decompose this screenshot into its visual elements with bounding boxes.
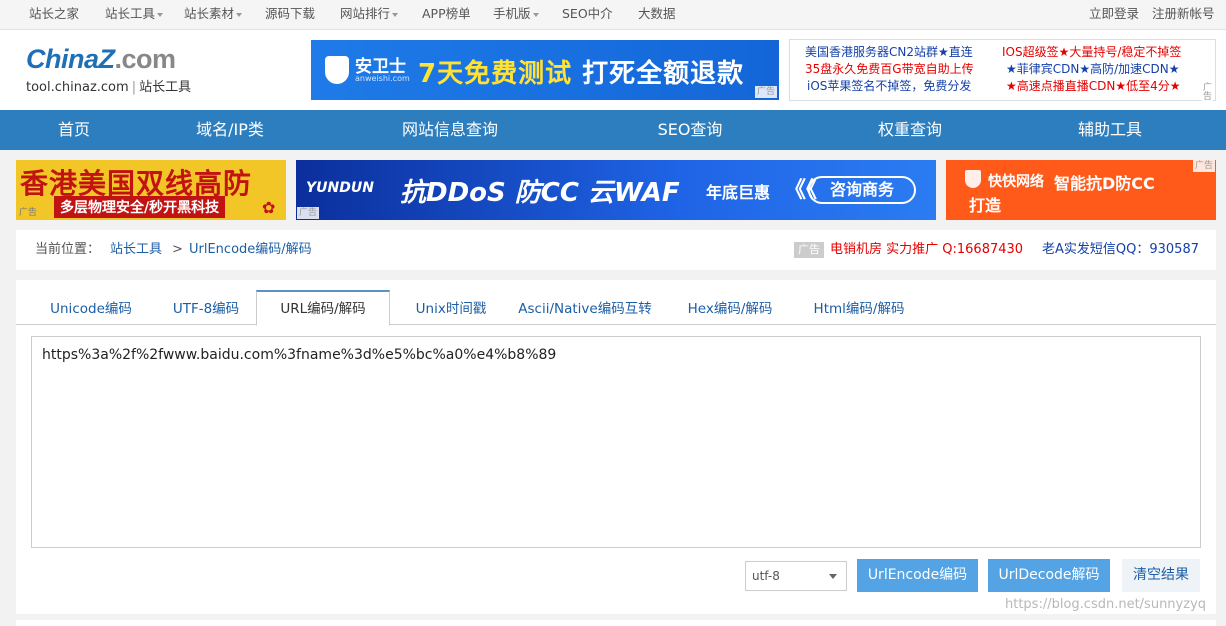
ad-tag: 广告 (19, 208, 38, 218)
text-ad-link[interactable]: ★高速点播直播CDN★低至4分★ (1006, 78, 1181, 94)
text-ad-link[interactable]: 美国香港服务器CN2站群★直连 (805, 44, 973, 60)
chevron-down-icon (392, 12, 399, 17)
banner-headline: 智能抗D防CC (1054, 174, 1155, 193)
ad-tag: 广告 (754, 86, 777, 98)
banner-subline: 打造 (969, 196, 1002, 215)
logo-subtitle: tool.chinaz.com | 站长工具 (26, 76, 206, 95)
flower-icon: ✿ (262, 198, 276, 217)
ad-tag: 广告 (794, 242, 824, 258)
tab-utf8[interactable]: UTF-8编码 (161, 290, 251, 325)
topnav-source[interactable]: 源码下载 (265, 0, 315, 30)
banner-hk-us-ddos[interactable]: 香港美国双线高防 多层物理安全/秒开黑科技 ✿ 广告 (16, 160, 286, 220)
breadcrumb-separator: > (172, 242, 183, 257)
encoding-tabs: Unicode编码 UTF-8编码 URL编码/解码 Unix时间戳 Ascii… (16, 290, 1216, 326)
breadcrumb-root-link[interactable]: 站长工具 (110, 230, 162, 270)
chevron-down-icon (829, 574, 837, 579)
ad-slogan-yellow: 7天免费测试 (418, 59, 573, 89)
topnav-seo[interactable]: SEO中介 (562, 0, 613, 30)
topnav-app[interactable]: APP榜单 (422, 0, 471, 30)
site-logo[interactable]: ChinaZ.com tool.chinaz.com | 站长工具 (26, 44, 206, 98)
main-nav-domain-ip[interactable]: 域名/IP类 (170, 110, 290, 150)
shield-icon (965, 170, 981, 188)
shield-icon (325, 56, 349, 84)
breadcrumb-current-link[interactable]: UrlEncode编码/解码 (189, 230, 312, 270)
header-ad-banner[interactable]: 安卫士 anweishi.com 7天免费测试 打死全额退款 广告 (311, 40, 779, 100)
ad-slogan: 7天免费测试 打死全额退款 (418, 53, 744, 90)
ad-brand-domain: anweishi.com (355, 74, 410, 83)
banner-kuaikuai[interactable]: 快快网络 智能抗D防CC 打造 广告 (946, 160, 1216, 220)
logo-separator: | (131, 80, 137, 95)
banner-deal: 年底巨惠 (706, 183, 771, 202)
banner-subline: 多层物理安全/秒开黑科技 (54, 196, 226, 218)
clear-result-button[interactable]: 清空结果 (1122, 559, 1200, 592)
main-nav-site-info[interactable]: 网站信息查询 (385, 110, 515, 150)
header: ChinaZ.com tool.chinaz.com | 站长工具 安卫士 anwe… (0, 30, 1226, 110)
topnav-label: 网站排行 (340, 6, 391, 21)
text-ad-box: 美国香港服务器CN2站群★直连 IOS超级签★大量持号/稳定不掉签 35盘永久免… (789, 39, 1216, 102)
main-nav-weight[interactable]: 权重查询 (860, 110, 960, 150)
topnav-label: APP榜单 (422, 6, 471, 21)
logo-name: 站长工具 (139, 80, 192, 95)
breadcrumb-ad-link[interactable]: 老A实发短信QQ：930587 (1042, 230, 1199, 270)
tool-card: Unicode编码 UTF-8编码 URL编码/解码 Unix时间戳 Ascii… (16, 280, 1216, 614)
banner-yundun[interactable]: YUNDUN 抗DDoS 防CC 云WAF 年底巨惠 《《 咨询商务 广告 (296, 160, 936, 220)
chevron-down-icon (157, 12, 164, 17)
main-nav-home[interactable]: 首页 (26, 110, 122, 150)
topnav-tools[interactable]: 站长工具 (105, 0, 164, 30)
logo-com: .com (114, 44, 177, 74)
banner-brand: YUNDUN (306, 180, 374, 196)
logo-text: ChinaZ (26, 44, 115, 74)
topnav-bigdata[interactable]: 大数据 (638, 0, 676, 30)
tab-hex[interactable]: Hex编码/解码 (680, 290, 780, 325)
topnav-label: 站长之家 (29, 6, 80, 21)
topnav-zhanzhang-home[interactable]: 站长之家 (29, 0, 79, 30)
ad-tag: 广告 (1192, 160, 1215, 172)
url-decode-button[interactable]: UrlDecode解码 (988, 559, 1110, 592)
tab-ascii-native[interactable]: Ascii/Native编码互转 (516, 290, 654, 325)
topnav-label: 大数据 (638, 6, 676, 21)
topnav-label: 手机版 (493, 6, 531, 21)
tab-html[interactable]: Html编码/解码 (804, 290, 914, 325)
chevron-down-icon (532, 12, 539, 17)
charset-select[interactable]: utf-8 (745, 561, 847, 591)
tab-url[interactable]: URL编码/解码 (256, 290, 390, 326)
tab-unix-timestamp[interactable]: Unix时间戳 (401, 290, 501, 325)
top-bar: 站长之家 站长工具 站长素材 源码下载 网站排行 APP榜单 手机版 SEO中介… (0, 0, 1226, 30)
text-ad-link[interactable]: 35盘永久免费百G带宽自助上传 (805, 61, 974, 77)
logo-domain: tool.chinaz.com (26, 80, 129, 95)
topnav-materials[interactable]: 站长素材 (184, 0, 243, 30)
topnav-label: 站长素材 (184, 6, 235, 21)
topnav-label: SEO中介 (562, 6, 613, 21)
logo-wordmark: ChinaZ.com (26, 44, 206, 74)
register-link[interactable]: 注册新帐号 (1152, 0, 1215, 30)
main-nav-seo[interactable]: SEO查询 (640, 110, 740, 150)
watermark: https://blog.csdn.net/sunnyzyq (1005, 597, 1207, 612)
banner-headline: 抗DDoS 防CC 云WAF (400, 178, 680, 208)
ad-tag: 广告 (297, 207, 320, 219)
topnav-label: 源码下载 (265, 6, 316, 21)
ad-tag: 广告 (1201, 83, 1213, 102)
topnav-mobile[interactable]: 手机版 (493, 0, 539, 30)
url-text-area[interactable] (31, 336, 1201, 548)
ad-slogan-white: 打死全额退款 (582, 59, 745, 89)
banner-consult-button[interactable]: 咨询商务 (808, 176, 916, 204)
url-encode-button[interactable]: UrlEncode编码 (857, 559, 978, 592)
text-ad-link[interactable]: iOS苹果签名不掉签，免费分发 (807, 78, 971, 94)
tab-unicode[interactable]: Unicode编码 (36, 290, 146, 325)
breadcrumb-prefix: 当前位置： (35, 242, 101, 257)
breadcrumb-ad-link[interactable]: 电销机房 实力推广 Q:16687430 (830, 230, 1023, 270)
chevron-down-icon (236, 12, 243, 17)
text-ad-link[interactable]: ★菲律宾CDN★高防/加速CDN★ (1006, 61, 1180, 77)
main-nav: 首页 域名/IP类 网站信息查询 SEO查询 权重查询 辅助工具 (0, 110, 1226, 150)
login-link[interactable]: 立即登录 (1089, 0, 1139, 30)
charset-selected-value: utf-8 (752, 569, 780, 583)
breadcrumb: 当前位置： 站长工具 > UrlEncode编码/解码 广告 电销机房 实力推广… (16, 230, 1216, 270)
banner-brand: 快快网络 (988, 174, 1044, 190)
text-ad-link[interactable]: IOS超级签★大量持号/稳定不掉签 (1002, 44, 1181, 60)
topnav-label: 站长工具 (105, 6, 156, 21)
next-section-edge (16, 620, 1216, 626)
main-nav-tools[interactable]: 辅助工具 (1060, 110, 1160, 150)
topnav-ranking[interactable]: 网站排行 (340, 0, 399, 30)
banner-brand-text: YUNDUN (306, 180, 374, 196)
